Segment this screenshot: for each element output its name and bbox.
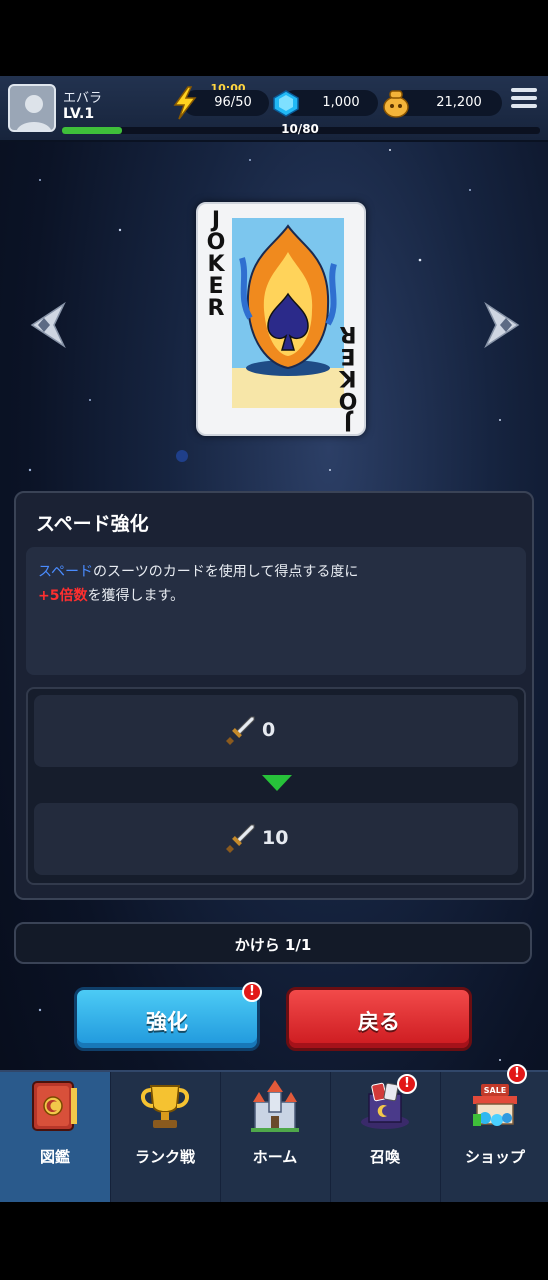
bottom-navigation: 図鑑 ランク戦 ホーム 召喚 SALE ショップ xyxy=(0,1070,548,1204)
hamburger-icon xyxy=(511,88,537,92)
nav-item-ranked[interactable]: ランク戦 xyxy=(110,1072,220,1204)
upgrade-button-label: 強化 xyxy=(146,1010,188,1034)
current-stat-value: 0 xyxy=(262,719,276,741)
upgrade-alert-badge: ! xyxy=(242,982,262,1002)
next-stat-value: 10 xyxy=(262,827,289,849)
sword-icon xyxy=(226,824,255,853)
nav-label-ranked: ランク戦 xyxy=(134,1148,195,1166)
arrow-down-icon xyxy=(262,775,292,791)
current-stat-row: 0 xyxy=(34,695,518,767)
player-name: エバラ xyxy=(63,91,103,106)
back-button[interactable]: 戻る xyxy=(286,987,472,1051)
castle-icon xyxy=(251,1080,299,1132)
stat-comparison: 0 10 xyxy=(26,687,526,885)
fragment-count-bar: かけら 1/1 xyxy=(14,922,532,964)
fragment-count-text: かけら 1/1 xyxy=(234,936,312,954)
xp-bar-fill xyxy=(62,127,122,134)
description-line-2: +5倍数を獲得します。 xyxy=(38,585,184,605)
card-label-top: JOKER xyxy=(206,208,226,321)
shop-stall-icon: SALE xyxy=(473,1084,517,1126)
sale-tag: SALE xyxy=(484,1086,507,1095)
coins-value: 21,200 xyxy=(436,95,482,110)
player-avatar[interactable] xyxy=(8,84,56,132)
energy-value: 96/50 xyxy=(214,95,252,110)
description-line-1-text: のスーツのカードを使用して得点する度に xyxy=(93,564,359,580)
next-stat-row: 10 xyxy=(34,803,518,875)
card-artwork xyxy=(232,218,344,408)
avatar-silhouette-icon xyxy=(17,95,51,130)
player-header: エバラ LV.1 10:00 96/50 1,000 21,200 10/80 xyxy=(0,76,548,142)
nav-label-shop: ショップ xyxy=(464,1148,525,1166)
system-nav-area xyxy=(0,1202,548,1280)
description-bonus: +5倍数 xyxy=(38,588,88,604)
game-screen: エバラ LV.1 10:00 96/50 1,000 21,200 10/80 … xyxy=(0,0,548,1280)
upgrade-button[interactable]: 強化 xyxy=(74,987,260,1051)
summon-alert-badge: ! xyxy=(397,1074,417,1094)
sword-icon xyxy=(226,716,255,745)
nav-label-summon: 召喚 xyxy=(369,1148,400,1166)
card-label-bottom: JOKER xyxy=(338,321,358,434)
gems-value: 1,000 xyxy=(322,95,360,110)
panel-title: スペード強化 xyxy=(36,513,149,535)
back-button-label: 戻る xyxy=(358,1010,400,1034)
nav-item-home[interactable]: ホーム xyxy=(220,1072,330,1204)
menu-button[interactable] xyxy=(511,88,537,112)
upgrade-panel: スペード強化 スペードのスーツのカードを使用して得点する度に +5倍数を獲得しま… xyxy=(14,491,534,900)
coin-bag-icon xyxy=(383,90,409,118)
nav-label-collection: 図鑑 xyxy=(39,1148,70,1166)
flaming-spade-icon xyxy=(232,224,344,408)
description-line-2-text: を獲得します。 xyxy=(87,588,185,604)
shop-alert-badge: ! xyxy=(507,1064,527,1084)
nav-label-home: ホーム xyxy=(252,1148,298,1166)
trophy-icon xyxy=(141,1085,189,1128)
gem-icon xyxy=(273,90,299,117)
nav-item-collection[interactable]: 図鑑 xyxy=(0,1072,110,1204)
xp-text: 10/80 xyxy=(281,122,319,136)
book-icon xyxy=(32,1081,77,1131)
status-bar-area xyxy=(0,0,548,76)
nav-item-shop[interactable]: SALE ショップ xyxy=(440,1072,548,1204)
joker-card[interactable]: JOKER JOKER xyxy=(196,202,366,436)
lightning-icon xyxy=(173,86,197,120)
nav-item-summon[interactable]: 召喚 xyxy=(330,1072,440,1204)
description-line-1: スペードのスーツのカードを使用して得点する度に xyxy=(38,561,358,581)
previous-card-arrow-icon[interactable] xyxy=(24,300,68,350)
next-card-arrow-icon[interactable] xyxy=(482,300,526,350)
description-box: スペードのスーツのカードを使用して得点する度に +5倍数を獲得します。 xyxy=(26,547,526,675)
description-suit: スペード xyxy=(38,564,94,580)
player-level: LV.1 xyxy=(63,106,95,122)
